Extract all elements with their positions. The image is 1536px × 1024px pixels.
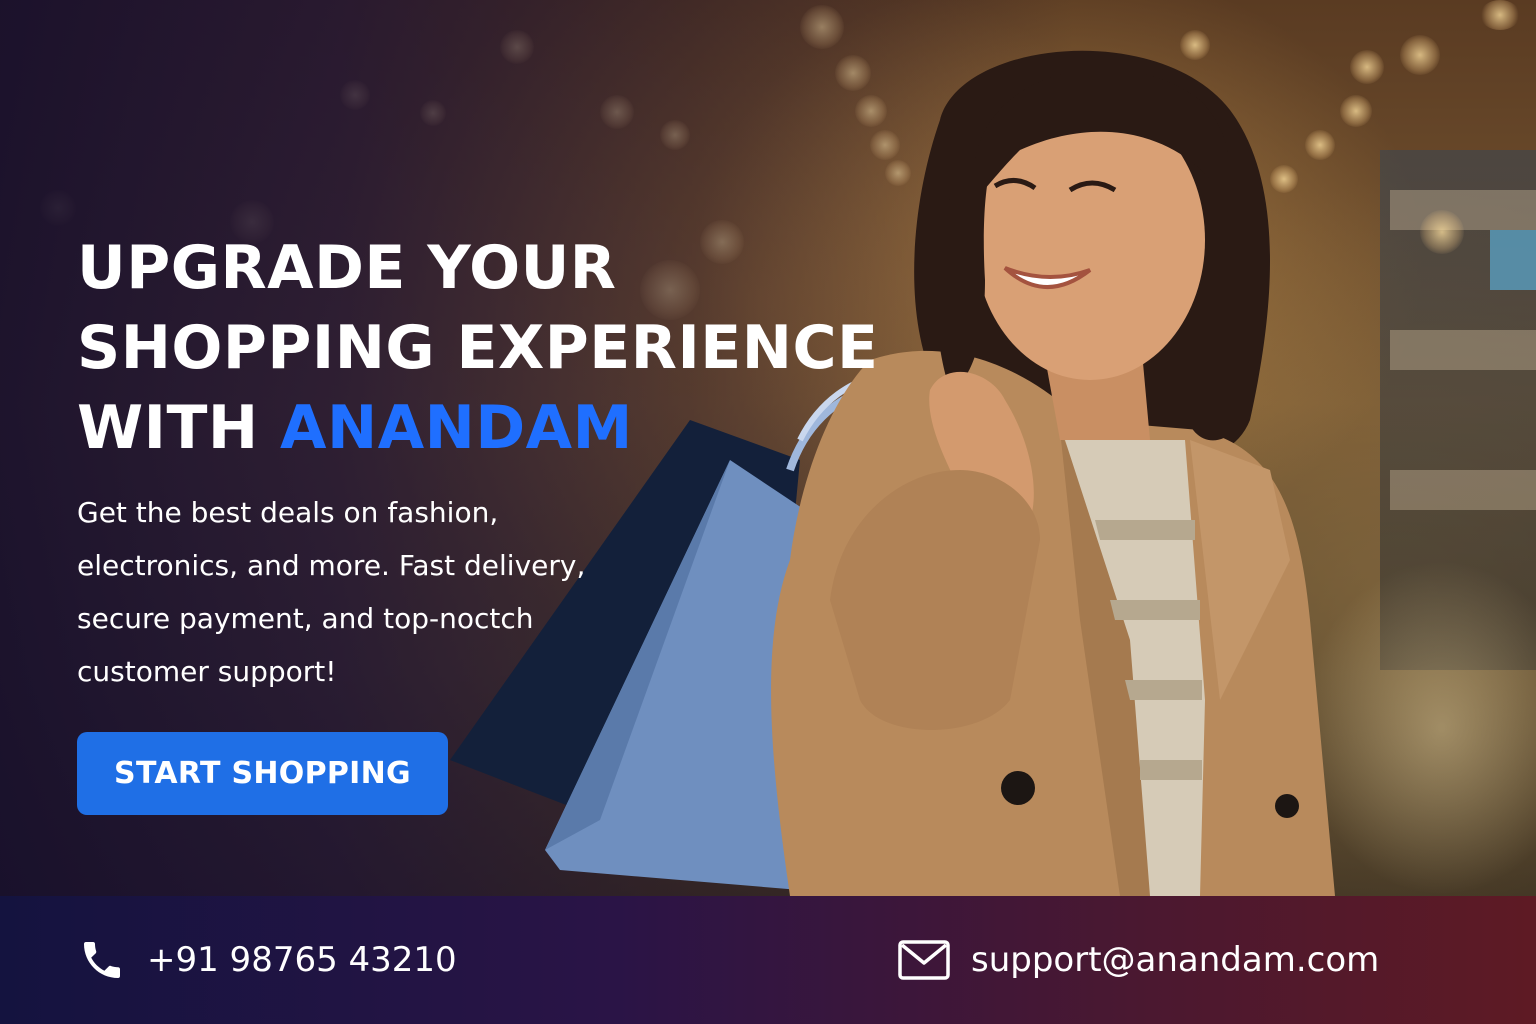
hero-headline: UPGRADE YOUR SHOPPING EXPERIENCE WITH AN… <box>77 228 897 468</box>
email-address: support@anandam.com <box>971 940 1380 980</box>
email-contact[interactable]: support@anandam.com <box>897 896 1379 1024</box>
contact-footer: +91 98765 43210 support@anandam.com <box>0 896 1536 1024</box>
headline-line-3: WITH ANANDAM <box>77 388 897 468</box>
headline-with: WITH <box>77 393 281 463</box>
mail-icon <box>897 939 951 981</box>
brand-name: ANANDAM <box>280 393 633 463</box>
hero-subcopy: Get the best deals on fashion, electroni… <box>77 496 586 688</box>
headline-line-2: SHOPPING EXPERIENCE <box>77 313 879 383</box>
phone-number: +91 98765 43210 <box>147 940 457 980</box>
phone-icon <box>77 935 127 985</box>
phone-contact[interactable]: +91 98765 43210 <box>77 896 457 1024</box>
start-shopping-button[interactable]: START SHOPPING <box>77 732 448 815</box>
headline-line-1: UPGRADE YOUR <box>77 233 617 303</box>
